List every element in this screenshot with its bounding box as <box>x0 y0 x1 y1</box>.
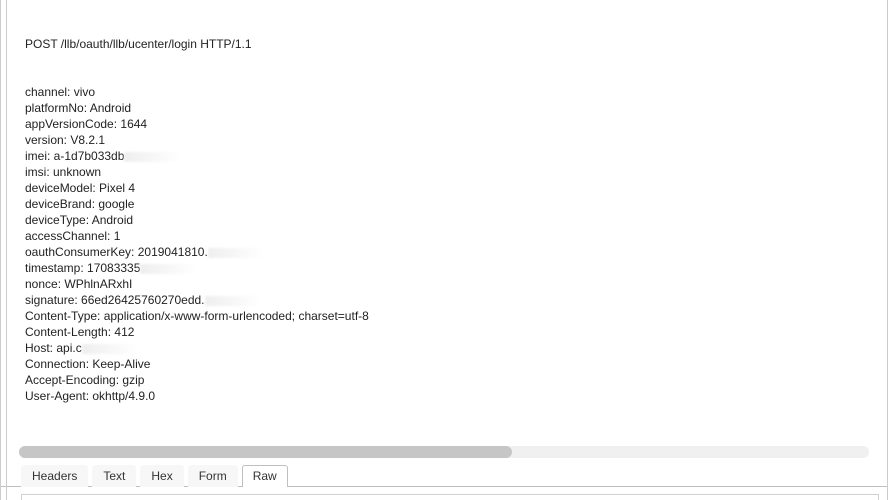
http-header-line: nonce: WPhlnARxhI <box>25 276 879 292</box>
redacted-segment <box>82 344 138 354</box>
tab-raw[interactable]: Raw <box>242 465 288 487</box>
tab-form[interactable]: Form <box>188 465 238 487</box>
http-header-line: platformNo: Android <box>25 100 879 116</box>
redacted-segment <box>205 296 261 306</box>
decoded-pane: { "sd": "Mvk-sSoKtBSZedjJ-xKWS8MfZdzOnLN… <box>1 487 887 500</box>
http-header-line: Connection: Keep-Alive <box>25 356 879 372</box>
http-header-line: deviceBrand: google <box>25 196 879 212</box>
http-header-line: version: V8.2.1 <box>25 132 879 148</box>
http-header-line: appVersionCode: 1644 <box>25 116 879 132</box>
tab-hex[interactable]: Hex <box>140 465 183 487</box>
horizontal-scrollbar-thumb[interactable] <box>19 446 512 458</box>
horizontal-scrollbar[interactable] <box>19 446 869 458</box>
http-header-line: Host: api.c <box>25 340 879 356</box>
redacted-segment <box>208 248 264 258</box>
http-header-line: oauthConsumerKey: 2019041810. <box>25 244 879 260</box>
http-header-line: imsi: unknown <box>25 164 879 180</box>
http-header-line: deviceModel: Pixel 4 <box>25 180 879 196</box>
tab-text[interactable]: Text <box>92 465 136 487</box>
view-tabs: HeadersTextHexFormRaw <box>1 462 887 487</box>
redacted-segment <box>140 264 196 274</box>
http-request-line: POST /llb/oauth/llb/ucenter/login HTTP/1… <box>25 36 879 52</box>
tab-headers[interactable]: Headers <box>21 465 88 487</box>
http-header-line: Accept-Encoding: gzip <box>25 372 879 388</box>
decoded-json-box: { "sd": "Mvk-sSoKtBSZedjJ-xKWS8MfZdzOnLN… <box>21 494 879 500</box>
http-header-line: channel: vivo <box>25 84 879 100</box>
http-header-line: Content-Length: 412 <box>25 324 879 340</box>
http-header-line: deviceType: Android <box>25 212 879 228</box>
http-header-line: accessChannel: 1 <box>25 228 879 244</box>
http-header-line: imei: a-1d7b033db <box>25 148 879 164</box>
request-inspector-panel: POST /llb/oauth/llb/ucenter/login HTTP/1… <box>0 0 888 500</box>
http-header-line: timestamp: 17083335 <box>25 260 879 276</box>
raw-request-pane: POST /llb/oauth/llb/ucenter/login HTTP/1… <box>1 0 887 440</box>
frame-divider <box>6 0 7 500</box>
http-header-line: signature: 66ed26425760270edd. <box>25 292 879 308</box>
http-header-line: Content-Type: application/x-www-form-url… <box>25 308 879 324</box>
redacted-segment <box>124 152 180 162</box>
http-header-line: User-Agent: okhttp/4.9.0 <box>25 388 879 404</box>
